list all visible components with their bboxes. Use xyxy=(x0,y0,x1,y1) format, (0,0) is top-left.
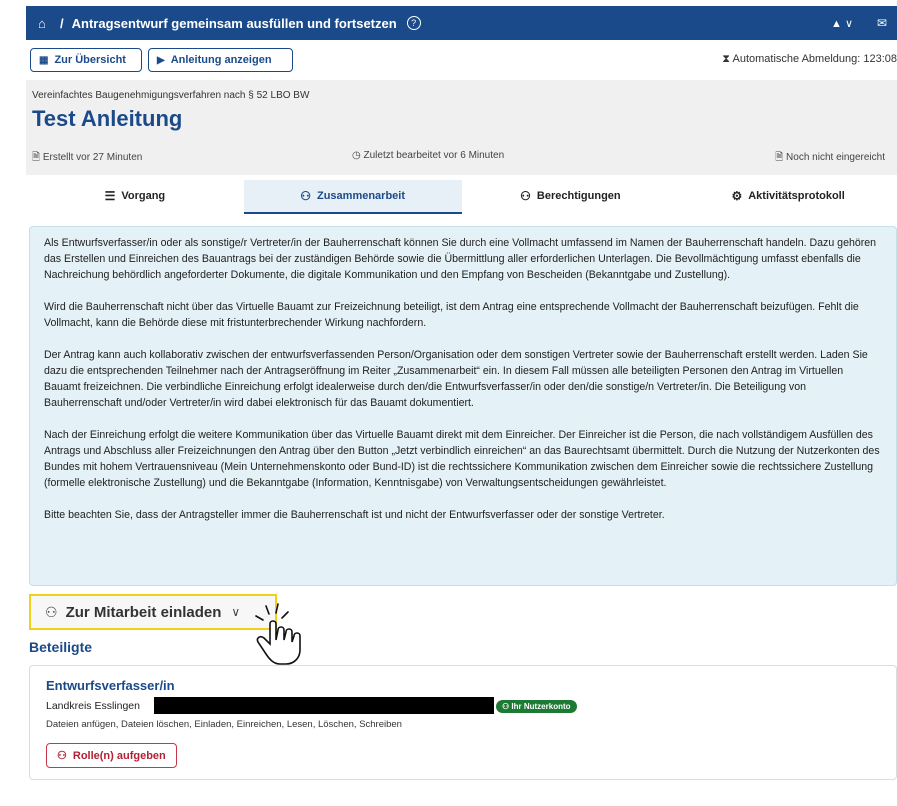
participant-role: Entwurfsverfasser/in xyxy=(46,678,175,693)
user-lock-icon: ⚇ xyxy=(520,189,531,203)
participants-title: Beteiligte xyxy=(29,639,93,655)
tab-bar: ☰ Vorgang ⚇ Zusammenarbeit ⚇ Berechtigun… xyxy=(26,180,897,214)
own-account-badge: ⚇ Ihr Nutzerkonto xyxy=(496,700,577,713)
info-paragraph: Nach der Einreichung erfolgt die weitere… xyxy=(44,429,880,489)
add-user-icon: ⚇ xyxy=(45,603,58,620)
application-header: Vereinfachtes Baugenehmigungsverfahren n… xyxy=(26,80,897,175)
status-text: Noch nicht eingereicht xyxy=(786,152,885,163)
redacted-text xyxy=(154,697,494,714)
hourglass-icon: ⧗ xyxy=(722,53,731,65)
badge-label: Ihr Nutzerkonto xyxy=(511,702,571,711)
overview-button-label: Zur Übersicht xyxy=(54,54,126,66)
show-guide-button[interactable]: ▶ Anleitung anzeigen xyxy=(148,48,293,72)
tab-label: Vorgang xyxy=(121,190,166,202)
toolbar: ▦ Zur Übersicht ▶ Anleitung anzeigen ⧗ A… xyxy=(26,48,897,76)
user-menu-icon[interactable]: ▲ ∨ xyxy=(831,17,853,30)
users-icon: ⚇ xyxy=(300,189,311,203)
info-paragraph: Als Entwurfsverfasser/in oder als sonsti… xyxy=(44,237,877,281)
show-guide-button-label: Anleitung anzeigen xyxy=(170,54,272,66)
home-icon[interactable]: ⌂ xyxy=(38,16,56,31)
list-icon: ☰ xyxy=(104,189,116,203)
chevron-down-icon: ∨ xyxy=(231,605,241,619)
participant-organization: Landkreis Esslingen xyxy=(46,700,140,712)
help-icon[interactable]: ? xyxy=(406,16,421,30)
overview-button[interactable]: ▦ Zur Übersicht xyxy=(30,48,142,72)
breadcrumb-separator: / xyxy=(60,15,64,31)
give-up-role-label: Rolle(n) aufgeben xyxy=(72,749,166,762)
submission-status: 🗎 Noch nicht eingereicht xyxy=(775,150,885,167)
play-icon: ▶ xyxy=(157,54,165,66)
auto-logout-text: Automatische Abmeldung: 123:08 xyxy=(732,53,897,65)
created-text: Erstellt vor 27 Minuten xyxy=(42,152,143,163)
auto-logout-timer: ⧗ Automatische Abmeldung: 123:08 xyxy=(722,53,897,66)
tab-label: Zusammenarbeit xyxy=(316,190,406,202)
click-pointer-hand-icon xyxy=(255,603,301,665)
tab-label: Aktivitätsprotokoll xyxy=(748,190,845,202)
invite-button-label: Zur Mitarbeit einladen xyxy=(65,603,222,621)
procedure-type: Vereinfachtes Baugenehmigungsverfahren n… xyxy=(32,90,310,101)
tab-vorgang[interactable]: ☰ Vorgang xyxy=(26,180,244,214)
user-remove-icon: ⚇ xyxy=(57,750,67,762)
info-paragraph: Wird die Bauherrenschaft nicht über das … xyxy=(44,301,859,329)
info-paragraph: Der Antrag kann auch kollaborativ zwisch… xyxy=(44,349,868,409)
created-info: 🗎 Erstellt vor 27 Minuten xyxy=(32,150,142,167)
user-icon: ⚇ xyxy=(502,702,512,711)
tab-label: Berechtigungen xyxy=(536,190,621,202)
mail-icon[interactable]: ✉ xyxy=(877,16,887,30)
give-up-role-button[interactable]: ⚇ Rolle(n) aufgeben xyxy=(46,743,177,768)
edited-info: ◷ Zuletzt bearbeitet vor 6 Minuten xyxy=(352,150,504,161)
tab-aktivitaetsprotokoll[interactable]: ⚙ Aktivitätsprotokoll xyxy=(679,180,897,214)
tab-berechtigungen[interactable]: ⚇ Berechtigungen xyxy=(462,180,680,214)
document-icon: 🗎 xyxy=(32,152,41,163)
participant-card: Entwurfsverfasser/in Landkreis Esslingen… xyxy=(29,665,897,780)
tab-zusammenarbeit[interactable]: ⚇ Zusammenarbeit xyxy=(243,180,462,214)
grid-icon: ▦ xyxy=(39,54,49,66)
clock-icon: ◷ xyxy=(352,150,361,161)
info-paragraph: Bitte beachten Sie, dass der Antragstell… xyxy=(44,509,665,521)
document-icon: 🗎 xyxy=(775,152,784,163)
participant-permissions: Dateien anfügen, Dateien löschen, Einlad… xyxy=(46,719,402,730)
info-box: Als Entwurfsverfasser/in oder als sonsti… xyxy=(29,226,897,586)
edited-text: Zuletzt bearbeitet vor 6 Minuten xyxy=(363,150,505,161)
top-bar: ⌂ / Antragsentwurf gemeinsam ausfüllen u… xyxy=(26,6,897,40)
application-name: Test Anleitung xyxy=(32,106,183,131)
gear-icon: ⚙ xyxy=(731,189,743,203)
page-title: Antragsentwurf gemeinsam ausfüllen und f… xyxy=(71,15,397,31)
